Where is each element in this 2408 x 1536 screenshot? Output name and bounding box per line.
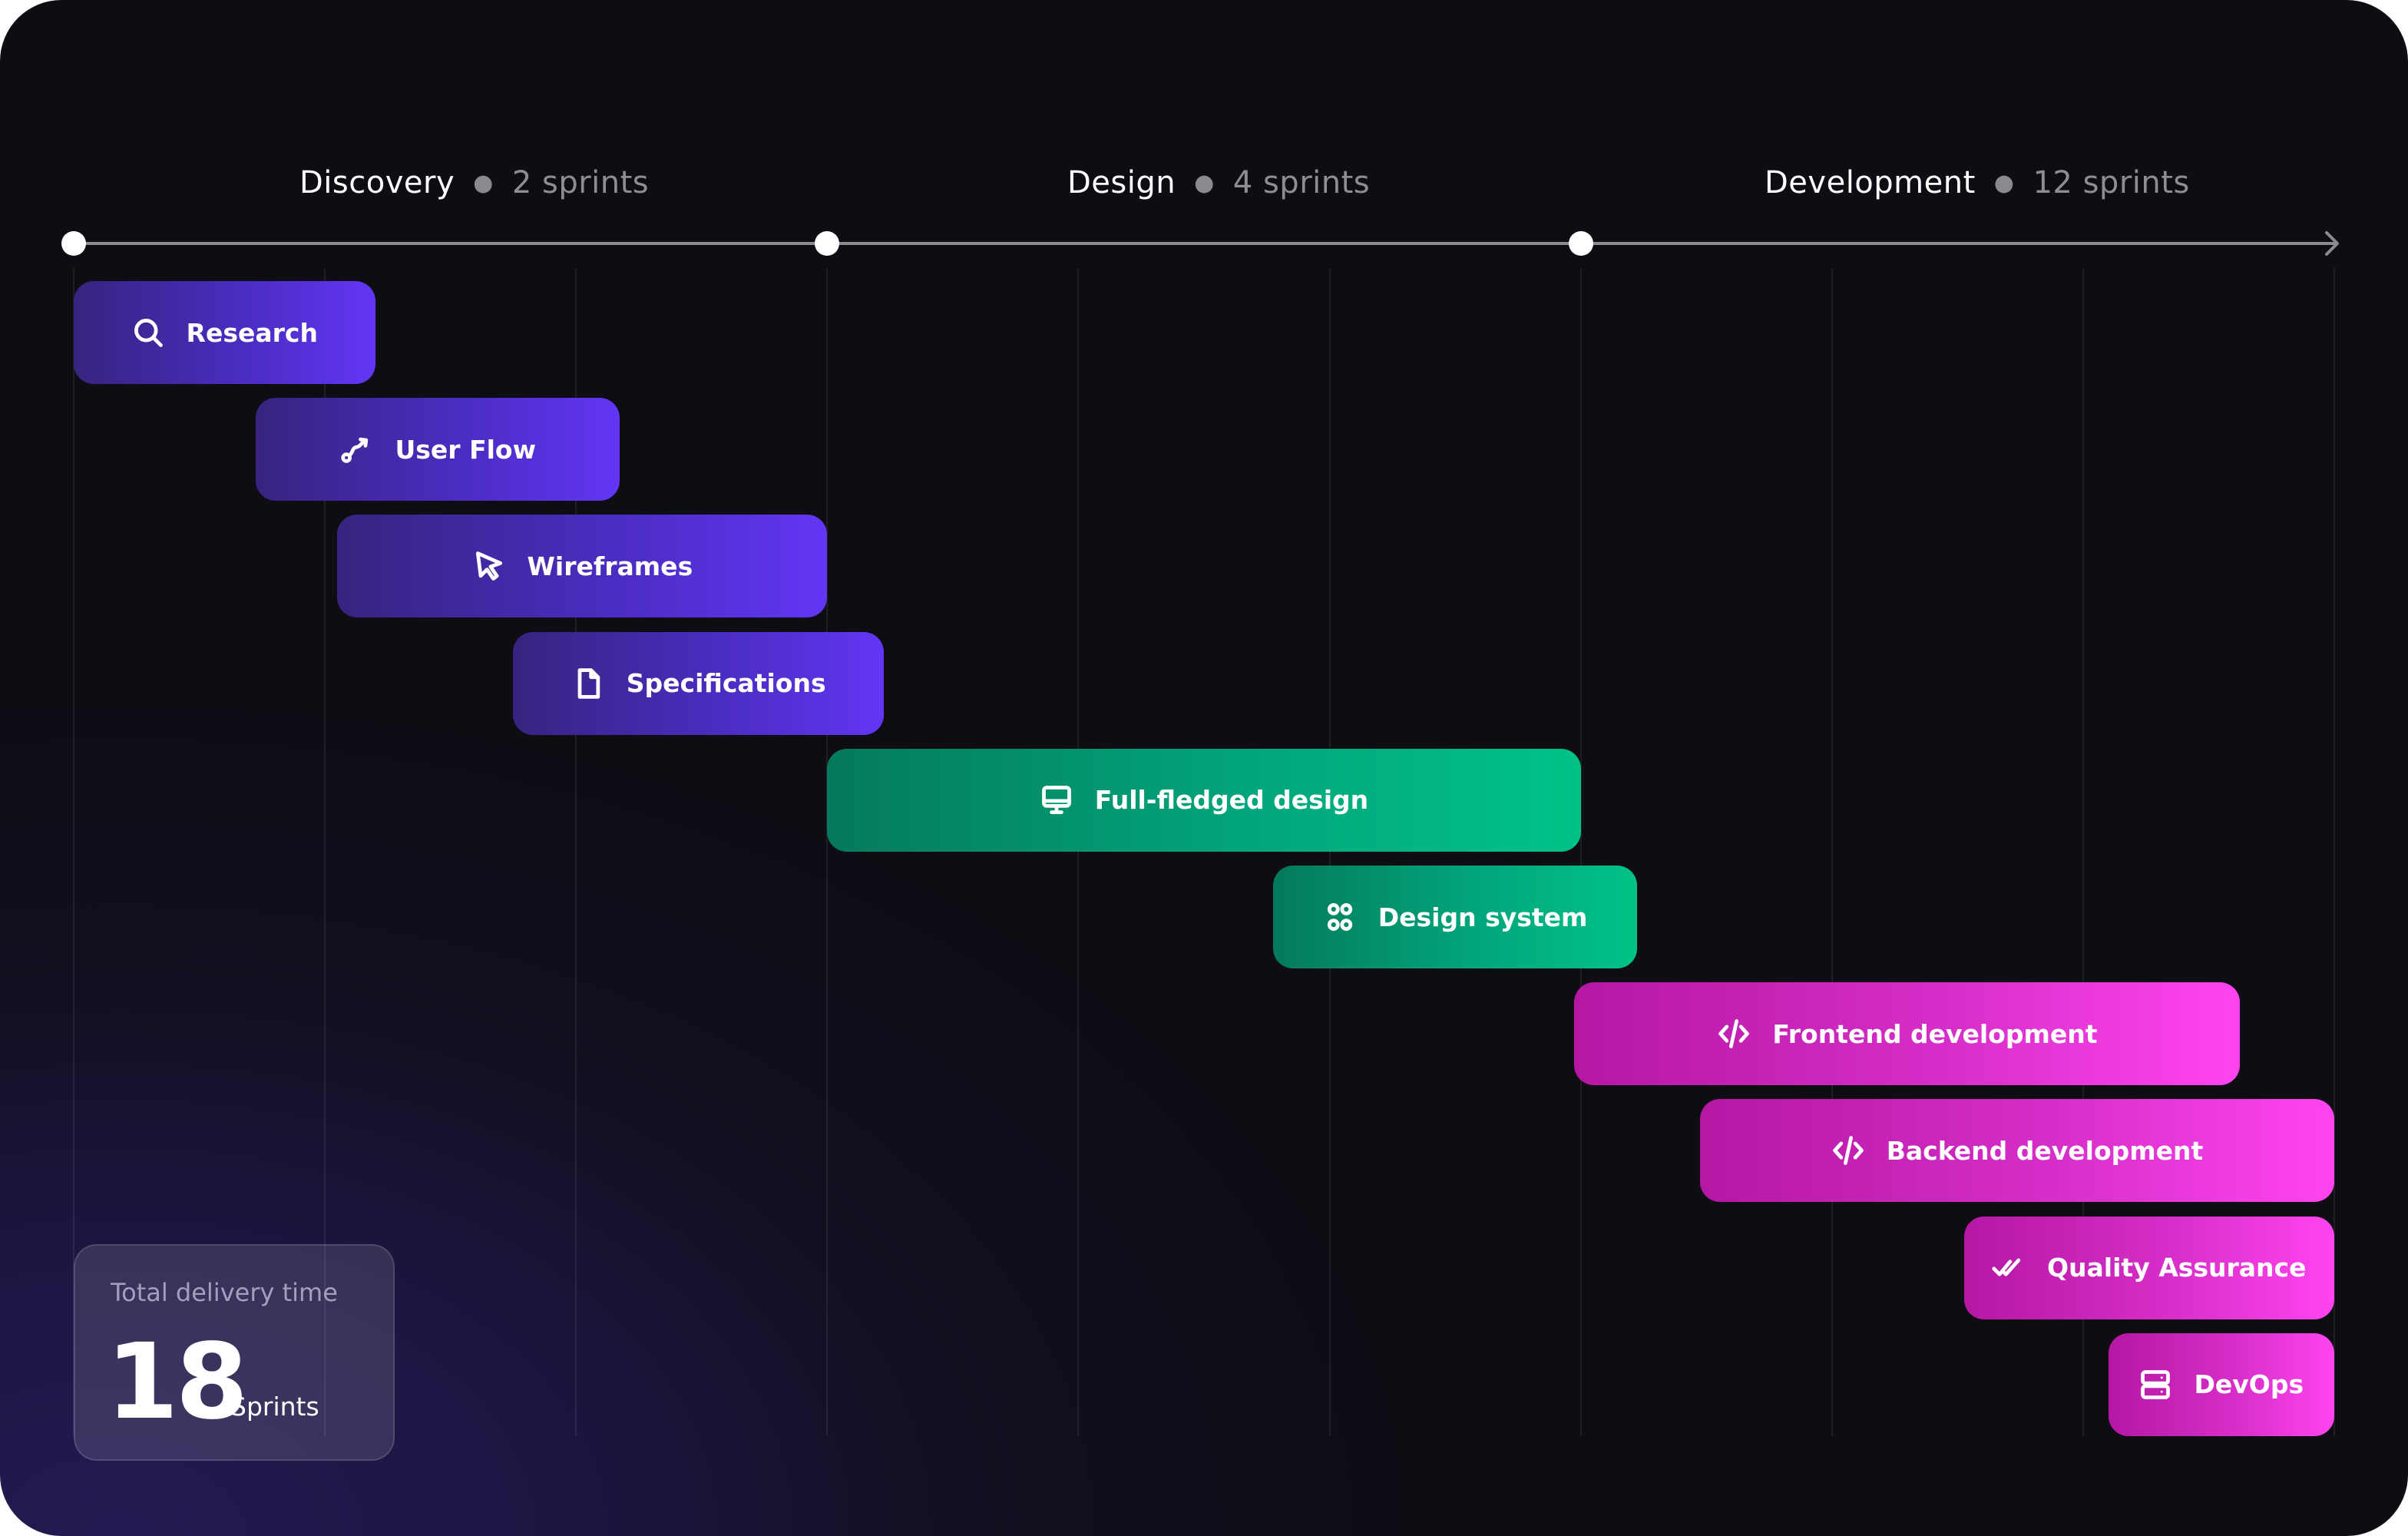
roadmap-card: Discovery ● 2 sprints Design ● 4 sprints… [0, 0, 2408, 1536]
task-label: Quality Assurance [2046, 1253, 2307, 1283]
task-bar-design-system[interactable]: Design system [1272, 866, 1638, 968]
task-bar-user-flow[interactable]: User Flow [256, 398, 620, 502]
task-label: User Flow [395, 434, 537, 465]
phase-duration: 4 sprints [1232, 165, 1371, 200]
task-bar-specifications[interactable]: Specifications [513, 631, 884, 735]
timeline-line [74, 242, 2336, 245]
phase-label-development: Development ● 12 sprints [1765, 163, 2190, 203]
task-bar-research[interactable]: Research [74, 281, 375, 384]
task-label: Backend development [1886, 1135, 2204, 1166]
timeline-arrow-icon [2319, 230, 2347, 257]
route-icon [339, 432, 373, 466]
total-delivery-label: Total delivery time [111, 1278, 338, 1307]
task-label: Design system [1378, 902, 1588, 932]
total-delivery-card: Total delivery time 18 Sprints [74, 1244, 395, 1461]
grid-line [1328, 269, 1331, 1436]
components-icon [1323, 900, 1357, 934]
milestone-node [61, 231, 86, 256]
grid-line [826, 269, 829, 1436]
task-label: Research [186, 317, 318, 348]
double-check-icon [1992, 1251, 2026, 1285]
phase-name: Development [1765, 165, 1976, 200]
grid-line [1831, 269, 1833, 1436]
separator-dot: ● [473, 169, 494, 197]
milestone-node [815, 231, 840, 256]
total-delivery-unit: Sprints [230, 1392, 319, 1422]
task-bar-wireframes[interactable]: Wireframes [337, 515, 828, 618]
code-icon [1717, 1017, 1751, 1051]
server-icon [2138, 1368, 2172, 1402]
separator-dot: ● [1993, 169, 2015, 197]
grid-line [1077, 269, 1080, 1436]
search-icon [131, 316, 165, 349]
total-delivery-value: 18 [106, 1322, 248, 1443]
task-label: Full-fledged design [1094, 785, 1369, 816]
monitor-icon [1040, 783, 1073, 817]
task-bar-devops[interactable]: DevOps [2108, 1332, 2334, 1436]
phase-duration: 12 sprints [2033, 165, 2190, 200]
phase-duration: 2 sprints [511, 165, 650, 200]
task-label: Specifications [626, 668, 826, 699]
task-label: Wireframes [527, 551, 693, 581]
milestone-node [1568, 231, 1593, 256]
phase-name: Discovery [299, 165, 455, 200]
task-label: DevOps [2194, 1369, 2304, 1400]
phase-label-design: Design ● 4 sprints [1067, 163, 1370, 203]
grid-line [1579, 269, 1582, 1436]
separator-dot: ● [1194, 169, 1215, 197]
cursor-icon [472, 549, 506, 583]
task-bar-full-fledged-design[interactable]: Full-fledged design [827, 748, 1581, 852]
task-bar-backend-development[interactable]: Backend development [1700, 1099, 2334, 1203]
file-icon [571, 667, 605, 700]
code-icon [1831, 1134, 1865, 1167]
task-bar-quality-assurance[interactable]: Quality Assurance [1963, 1216, 2334, 1319]
phase-label-discovery: Discovery ● 2 sprints [299, 163, 649, 203]
phase-name: Design [1067, 165, 1176, 200]
task-bar-frontend-development[interactable]: Frontend development [1574, 982, 2241, 1086]
task-label: Frontend development [1772, 1018, 2098, 1049]
